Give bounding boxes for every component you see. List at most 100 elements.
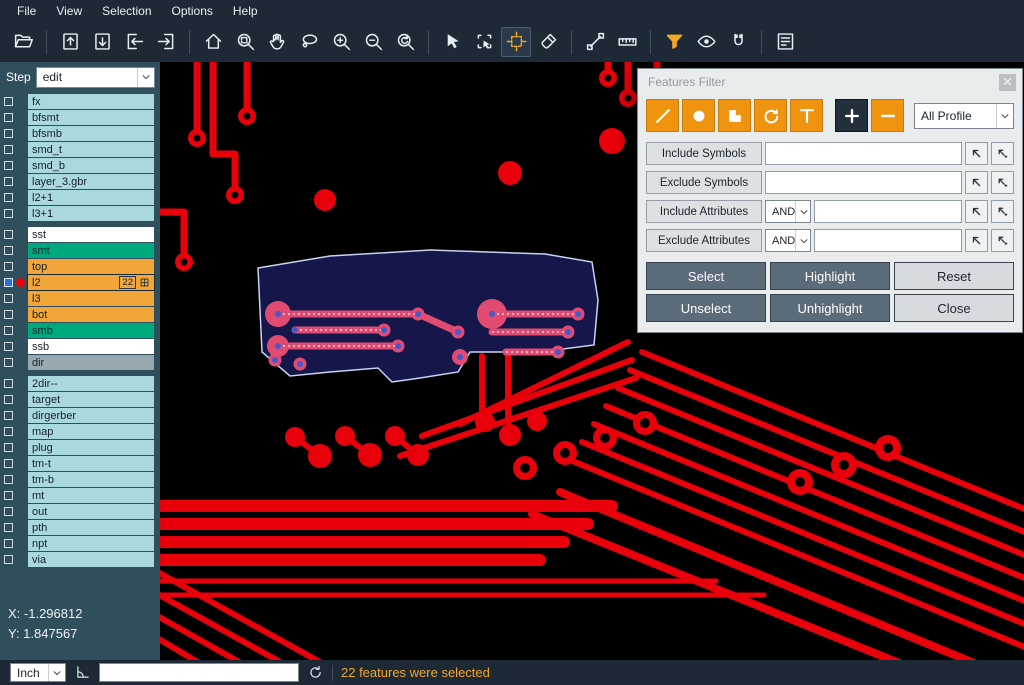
exclude-symbols-input[interactable] [765, 171, 962, 194]
include-attributes-operator-selector[interactable]: AND [765, 200, 811, 223]
layer-smd_t-visibility-checkbox[interactable] [4, 145, 13, 154]
pcb-canvas[interactable]: Features Filter All Profile Include Symb… [160, 62, 1024, 660]
exclude-symbols-pick-star-button[interactable] [991, 171, 1014, 194]
select-button[interactable]: Select [646, 262, 766, 290]
layer-item-npt[interactable]: npt [28, 536, 154, 551]
layer-item-smt[interactable]: smt [28, 243, 154, 258]
layer-via-visibility-checkbox[interactable] [4, 555, 13, 564]
layer-smd_b-visibility-checkbox[interactable] [4, 161, 13, 170]
command-input[interactable] [99, 663, 299, 682]
exclude-attributes-pick-star-button[interactable] [991, 229, 1014, 252]
layer-top-visibility-checkbox[interactable] [4, 262, 13, 271]
layer-item-bfsmb[interactable]: bfsmb [28, 126, 154, 141]
layer-smb-visibility-checkbox[interactable] [4, 326, 13, 335]
layer-npt-visibility-checkbox[interactable] [4, 539, 13, 548]
layer-sst-visibility-checkbox[interactable] [4, 230, 13, 239]
layer-item-bfsmt[interactable]: bfsmt [28, 110, 154, 125]
transform-select-button[interactable] [501, 27, 531, 57]
exclude-attributes-input[interactable] [814, 229, 962, 252]
include-symbols-button[interactable]: Include Symbols [646, 142, 762, 165]
include-attributes-input[interactable] [814, 200, 962, 223]
crop-select-button[interactable] [469, 27, 499, 57]
ruler-measure-button[interactable] [612, 27, 642, 57]
include-symbols-input[interactable] [765, 142, 962, 165]
menu-help[interactable]: Help [224, 2, 267, 20]
step-selector[interactable]: edit [36, 67, 155, 88]
exit-left-button[interactable] [119, 27, 149, 57]
layer-item-sst[interactable]: sst [28, 227, 154, 242]
dialog-titlebar[interactable]: Features Filter [638, 69, 1022, 95]
pan-hand-button[interactable] [262, 27, 292, 57]
layer-ssb-visibility-checkbox[interactable] [4, 342, 13, 351]
layer-item-l2[interactable]: l222 [28, 275, 154, 290]
remove-mode-tool-button[interactable] [871, 99, 904, 132]
close-button[interactable]: Close [894, 294, 1014, 322]
exclude-attributes-operator-selector[interactable]: AND [765, 229, 811, 252]
zoom-out-button[interactable] [358, 27, 388, 57]
surface-tool-button[interactable] [718, 99, 751, 132]
unhighlight-button[interactable]: Unhighlight [770, 294, 890, 322]
layer-item-2dir--[interactable]: 2dir-- [28, 376, 154, 391]
layer-item-dirgerber[interactable]: dirgerber [28, 408, 154, 423]
exclude-attributes-pick-button[interactable] [965, 229, 988, 252]
menu-file[interactable]: File [8, 2, 45, 20]
layer-l3+1-visibility-checkbox[interactable] [4, 209, 13, 218]
arc-tool-button[interactable] [754, 99, 787, 132]
highlight-button[interactable]: Highlight [770, 262, 890, 290]
layer-item-dir[interactable]: dir [28, 355, 154, 370]
dialog-close-button[interactable] [999, 74, 1016, 91]
units-selector[interactable]: Inch [10, 663, 66, 682]
layer-bfsmt-visibility-checkbox[interactable] [4, 113, 13, 122]
layer-l2-visibility-checkbox[interactable] [4, 278, 13, 287]
layer-item-tm-b[interactable]: tm-b [28, 472, 154, 487]
layer-mt-visibility-checkbox[interactable] [4, 491, 13, 500]
layer-pth-visibility-checkbox[interactable] [4, 523, 13, 532]
pad-tool-button[interactable] [682, 99, 715, 132]
pointer-button[interactable] [437, 27, 467, 57]
exclude-symbols-pick-button[interactable] [965, 171, 988, 194]
report-list-button[interactable] [770, 27, 800, 57]
include-attributes-pick-star-button[interactable] [991, 200, 1014, 223]
layer-plug-visibility-checkbox[interactable] [4, 443, 13, 452]
zoom-in-button[interactable] [326, 27, 356, 57]
layer-item-ssb[interactable]: ssb [28, 339, 154, 354]
menu-options[interactable]: Options [163, 2, 222, 20]
refresh-icon[interactable] [307, 664, 324, 681]
layer-item-fx[interactable]: fx [28, 94, 154, 109]
menu-selection[interactable]: Selection [93, 2, 160, 20]
layer-2dir---visibility-checkbox[interactable] [4, 379, 13, 388]
exclude-attributes-button[interactable]: Exclude Attributes [646, 229, 762, 252]
line-tool-button[interactable] [646, 99, 679, 132]
layer-out-visibility-checkbox[interactable] [4, 507, 13, 516]
import-down-button[interactable] [87, 27, 117, 57]
add-mode-tool-button[interactable] [835, 99, 868, 132]
layer-item-layer_3.gbr[interactable]: layer_3.gbr [28, 174, 154, 189]
exclude-symbols-button[interactable]: Exclude Symbols [646, 171, 762, 194]
layer-visibility-button[interactable] [691, 27, 721, 57]
layer-smt-visibility-checkbox[interactable] [4, 246, 13, 255]
reset-button[interactable]: Reset [894, 262, 1014, 290]
layer-item-out[interactable]: out [28, 504, 154, 519]
layer-item-smd_t[interactable]: smd_t [28, 142, 154, 157]
layer-l3-visibility-checkbox[interactable] [4, 294, 13, 303]
features-filter-button[interactable] [659, 27, 689, 57]
include-symbols-pick-button[interactable] [965, 142, 988, 165]
layer-bfsmb-visibility-checkbox[interactable] [4, 129, 13, 138]
layer-item-l3+1[interactable]: l3+1 [28, 206, 154, 221]
home-button[interactable] [198, 27, 228, 57]
profile-selector[interactable]: All Profile [914, 103, 1014, 129]
layer-item-pth[interactable]: pth [28, 520, 154, 535]
include-attributes-pick-button[interactable] [965, 200, 988, 223]
lasso-select-button[interactable] [294, 27, 324, 57]
export-up-button[interactable] [55, 27, 85, 57]
layer-item-l2+1[interactable]: l2+1 [28, 190, 154, 205]
layer-layer_3.gbr-visibility-checkbox[interactable] [4, 177, 13, 186]
line-measure-button[interactable] [580, 27, 610, 57]
zoom-reset-button[interactable] [390, 27, 420, 57]
text-tool-button[interactable] [790, 99, 823, 132]
menu-view[interactable]: View [47, 2, 91, 20]
open-folder-button[interactable] [8, 27, 38, 57]
layer-item-bot[interactable]: bot [28, 307, 154, 322]
layer-dir-visibility-checkbox[interactable] [4, 358, 13, 367]
layer-item-map[interactable]: map [28, 424, 154, 439]
